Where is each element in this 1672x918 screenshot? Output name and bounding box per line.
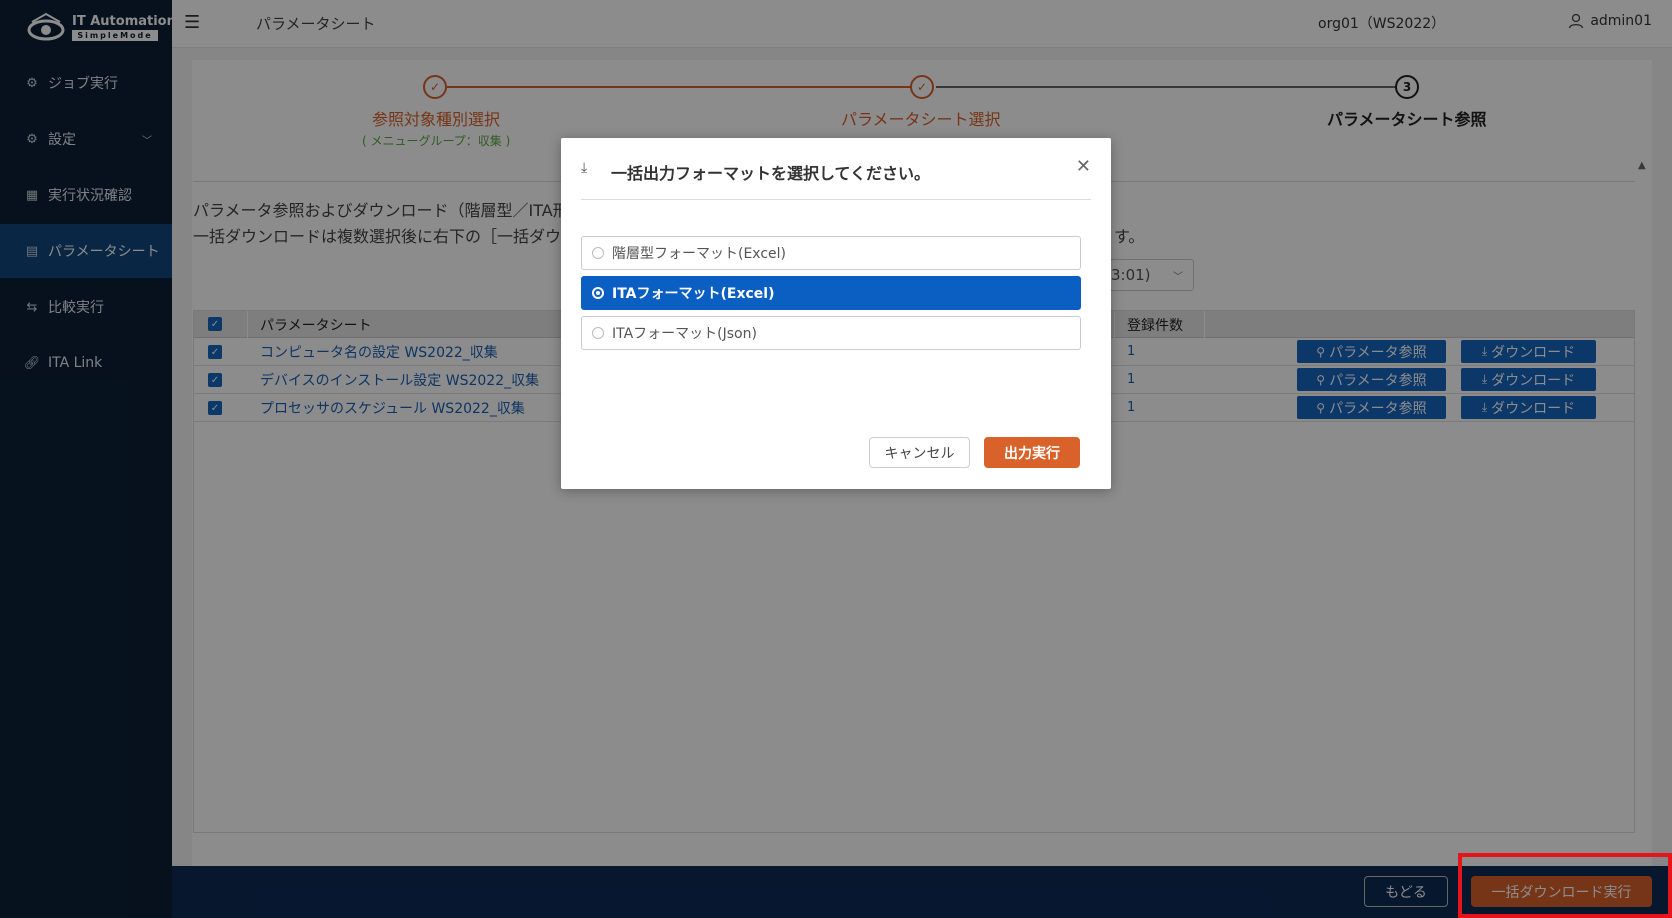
cancel-button[interactable]: キャンセル bbox=[869, 437, 970, 468]
format-option-label: 階層型フォーマット(Excel) bbox=[612, 246, 787, 262]
radio-button[interactable] bbox=[592, 287, 604, 299]
radio-button[interactable] bbox=[592, 247, 604, 259]
format-option-ita-excel[interactable]: ITAフォーマット(Excel) bbox=[581, 276, 1081, 310]
bulk-export-format-dialog: ⤓ 一括出力フォーマットを選択してください。 ✕ 階層型フォーマット(Excel… bbox=[561, 138, 1111, 489]
format-option-label: ITAフォーマット(Json) bbox=[612, 326, 757, 342]
dialog-title: 一括出力フォーマットを選択してください。 bbox=[611, 164, 931, 183]
format-option-hierarchical-excel[interactable]: 階層型フォーマット(Excel) bbox=[581, 236, 1081, 270]
radio-button[interactable] bbox=[592, 327, 604, 339]
close-icon[interactable]: ✕ bbox=[1076, 156, 1091, 177]
dialog-divider bbox=[581, 199, 1091, 200]
highlight-box bbox=[1458, 853, 1672, 918]
execute-output-button[interactable]: 出力実行 bbox=[984, 437, 1080, 468]
format-option-label: ITAフォーマット(Excel) bbox=[612, 286, 775, 302]
download-icon: ⤓ bbox=[581, 160, 588, 176]
format-option-ita-json[interactable]: ITAフォーマット(Json) bbox=[581, 316, 1081, 350]
